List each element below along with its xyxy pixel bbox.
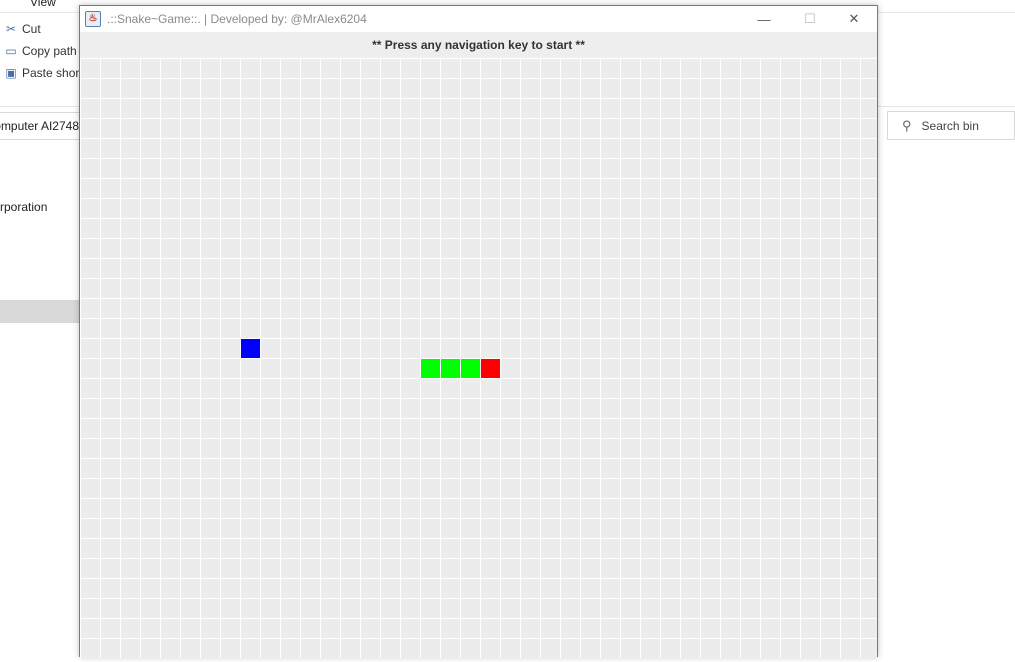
game-board[interactable] (80, 58, 877, 658)
menu-view[interactable]: View (30, 0, 56, 9)
snake-body-segment (461, 359, 480, 378)
maximize-icon: ☐ (804, 11, 816, 26)
close-icon: ✕ (848, 11, 860, 26)
maximize-button[interactable]: ☐ (787, 6, 833, 32)
scissors-icon: ✂ (5, 22, 17, 36)
cut-label: Cut (22, 22, 41, 36)
address-text: omputer AI2748 (0, 119, 79, 133)
snake-head (481, 359, 500, 378)
details-company-text: rporation (0, 200, 80, 214)
minimize-button[interactable]: — (741, 6, 787, 32)
magnifier-icon: ⚲ (902, 117, 912, 133)
paste-shortcut-icon: ▣ (5, 66, 17, 80)
search-placeholder: Search bin (921, 118, 979, 133)
start-message: ** Press any navigation key to start ** (372, 38, 585, 52)
paste-shortcut-button[interactable]: ▣ Paste shortc (4, 64, 88, 82)
java-icon: ♨ (85, 11, 101, 27)
copy-path-label: Copy path (22, 44, 77, 58)
cut-button[interactable]: ✂ Cut (4, 20, 41, 38)
game-grid (80, 58, 877, 658)
company-text: rporation (0, 200, 48, 214)
copy-path-button[interactable]: ▭ Copy path (4, 42, 77, 60)
minimize-icon: — (757, 11, 771, 27)
window-title: .::Snake~Game::. | Developed by: @MrAlex… (107, 12, 367, 26)
selected-nav-item[interactable] (0, 300, 80, 323)
address-bar[interactable]: omputer AI2748 (0, 112, 80, 140)
snake-game-window: ♨ .::Snake~Game::. | Developed by: @MrAl… (79, 5, 878, 658)
close-button[interactable]: ✕ (831, 6, 877, 32)
search-box[interactable]: ⚲ Search bin (887, 111, 1015, 140)
snake-body-segment (441, 359, 460, 378)
title-bar[interactable]: ♨ .::Snake~Game::. | Developed by: @MrAl… (80, 6, 877, 32)
snake-body-segment (421, 359, 440, 378)
copy-path-icon: ▭ (5, 44, 17, 58)
food-block (241, 339, 260, 358)
